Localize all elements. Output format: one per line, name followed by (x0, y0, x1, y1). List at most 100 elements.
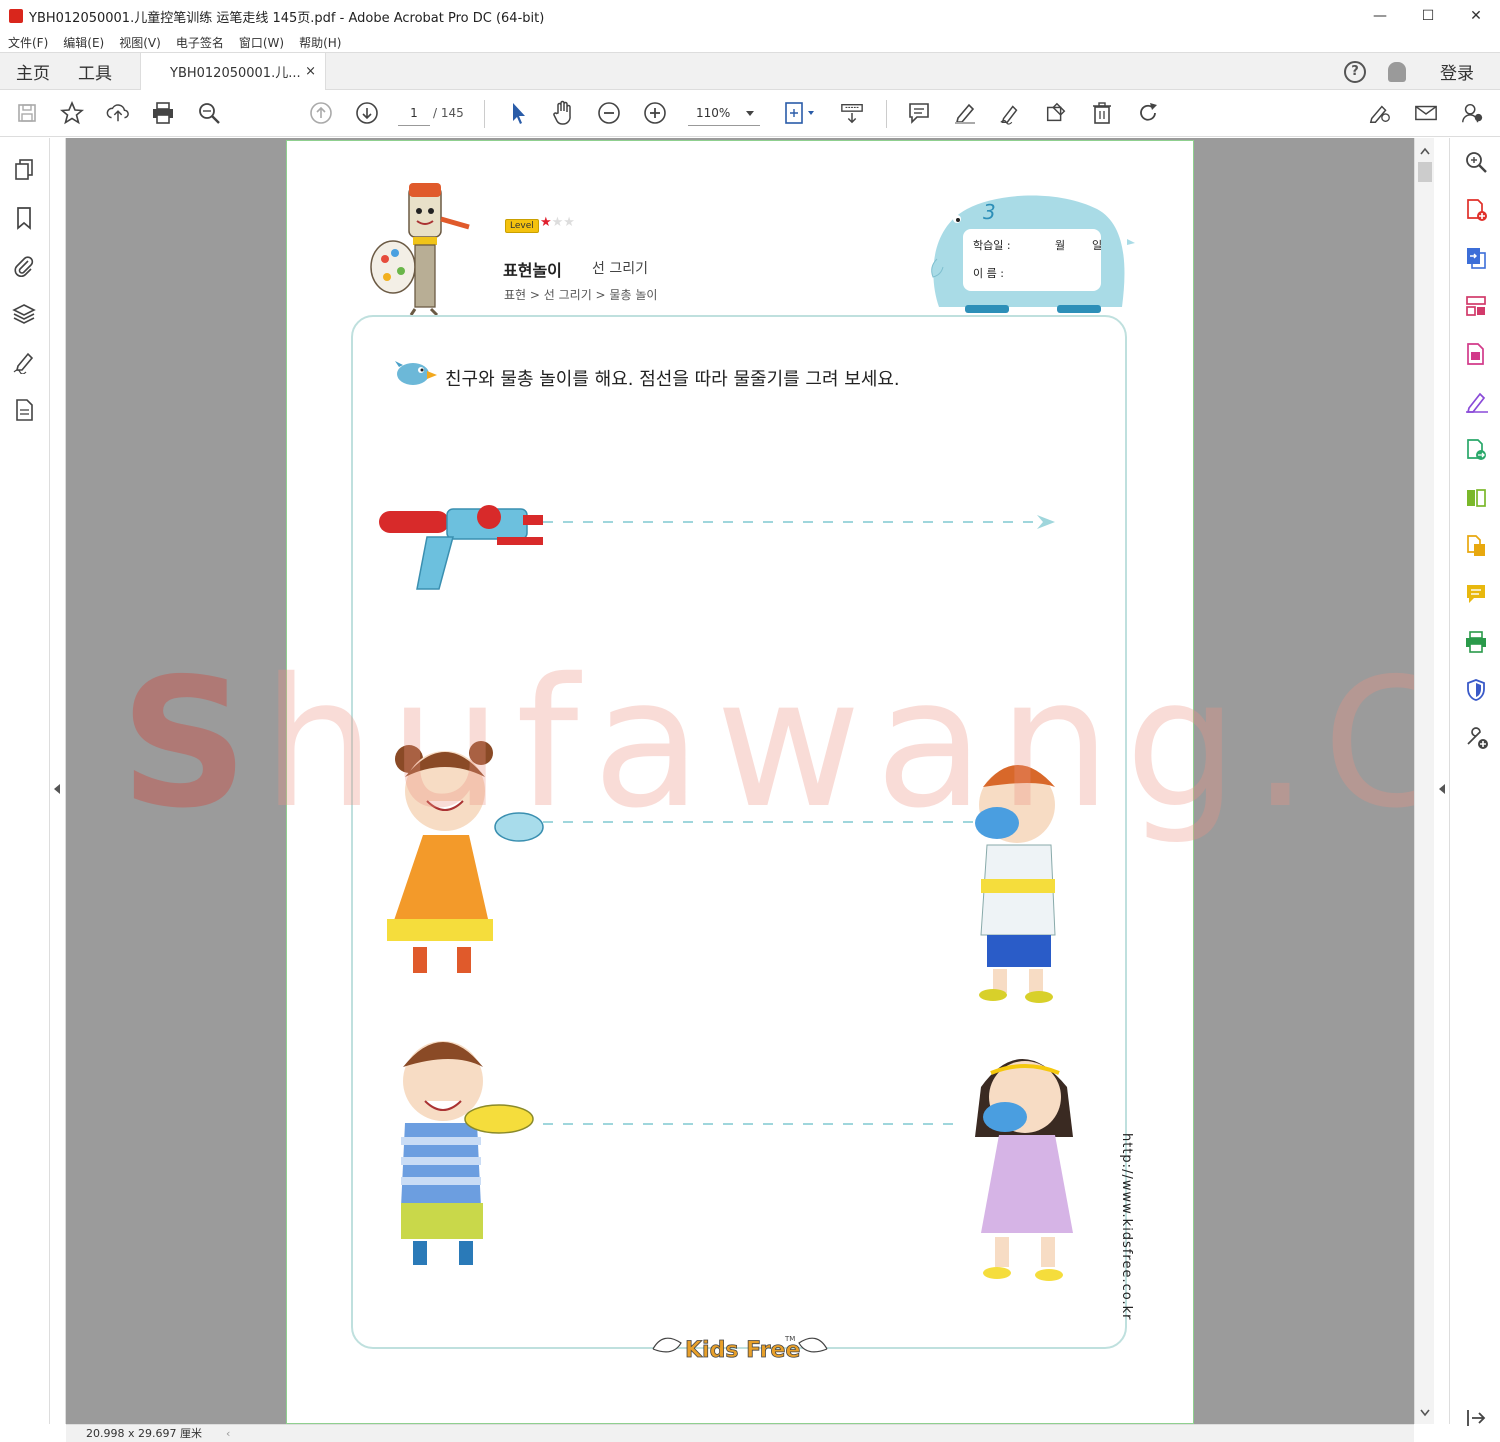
tab-tools[interactable]: 工具 (78, 59, 112, 84)
zoom-search-icon[interactable] (197, 101, 221, 125)
export-pdf-icon[interactable] (1464, 246, 1488, 270)
vertical-scrollbar[interactable] (1414, 138, 1434, 1424)
attachment-icon[interactable] (12, 254, 36, 278)
kids-free-logo: Kids Free TM (652, 1335, 828, 1363)
collapse-panel-icon[interactable] (1464, 1406, 1488, 1430)
right-panel-toggle[interactable] (1434, 138, 1450, 1424)
comment-icon[interactable] (907, 101, 931, 125)
scrolling-mode-icon[interactable] (840, 101, 864, 125)
edit-pdf-icon[interactable] (1464, 342, 1488, 366)
send-for-review-icon[interactable] (1464, 438, 1488, 462)
menu-esign[interactable]: 电子签名 (176, 34, 224, 51)
chevron-down-icon (746, 111, 754, 116)
page-total: / 145 (433, 106, 464, 120)
tab-bar: 主页 工具 YBH012050001.儿... × ? 登录 (0, 52, 1500, 90)
month-label: 월 (1055, 239, 1066, 252)
tab-document-label: YBH012050001.儿... (170, 66, 301, 81)
request-sign-icon[interactable] (1464, 390, 1488, 414)
star-filled-icon: ★ (540, 215, 552, 230)
zoom-out-icon[interactable] (597, 101, 621, 125)
logo-text: Kids Free (685, 1338, 800, 1363)
menu-help[interactable]: 帮助(H) (299, 34, 341, 51)
menu-file[interactable]: 文件(F) (8, 34, 48, 51)
organize-pages-icon[interactable] (1464, 294, 1488, 318)
left-navigation-panel (0, 138, 50, 1424)
water-gun-illustration (379, 505, 543, 590)
email-icon[interactable] (1414, 101, 1438, 125)
logo-tm: TM (784, 1335, 795, 1343)
study-info-card: 학습일 : 월 일 이 름 : (963, 229, 1102, 291)
delete-trash-icon[interactable] (1090, 101, 1114, 125)
star-bookmark-icon[interactable] (60, 101, 84, 125)
combine-files-icon[interactable] (1464, 534, 1488, 558)
content-page-icon[interactable] (12, 398, 36, 422)
paintbrush-character-illustration (370, 183, 470, 317)
worksheet-title: 표현놀이 (503, 261, 562, 280)
close-tab-button[interactable]: × (305, 64, 316, 79)
cloud-upload-icon[interactable] (106, 101, 130, 125)
horizontal-scroll-left-icon[interactable]: ‹ (226, 1425, 230, 1442)
more-tools-icon[interactable] (1464, 726, 1488, 750)
toolbar-divider (886, 100, 887, 128)
prev-page-icon[interactable] (309, 101, 333, 125)
select-cursor-icon[interactable] (506, 101, 530, 125)
scroll-down-icon[interactable] (1419, 1408, 1431, 1418)
window-title: YBH012050001.儿童控笔训练 运笔走线 145页.pdf - Adob… (29, 10, 545, 26)
print-production-icon[interactable] (1464, 630, 1488, 654)
signatures-icon[interactable] (12, 350, 36, 375)
draw-sign-icon[interactable] (998, 101, 1022, 125)
watermark-text: hufawang.CN (262, 640, 1500, 847)
stamp-icon[interactable] (1044, 101, 1068, 125)
save-icon[interactable] (15, 101, 39, 125)
page-dimensions: 20.998 x 29.697 厘米 (86, 1427, 202, 1440)
page-thumbnails-icon[interactable] (12, 158, 36, 182)
scroll-up-icon[interactable] (1419, 146, 1431, 156)
website-url: http://www.kidsfree.co.kr (1119, 1133, 1134, 1321)
dashed-guide-line[interactable] (543, 513, 1063, 533)
scrollbar-thumb[interactable] (1418, 162, 1432, 182)
highlight-pen-icon[interactable] (953, 101, 977, 125)
maximize-button[interactable]: ☐ (1404, 0, 1452, 32)
menu-view[interactable]: 视图(V) (119, 34, 161, 51)
fill-sign-icon[interactable] (1368, 101, 1392, 125)
menu-edit[interactable]: 编辑(E) (63, 34, 104, 51)
comment-tool-icon[interactable] (1464, 582, 1488, 606)
next-page-icon[interactable] (355, 101, 379, 125)
star-empty-icon: ★★ (551, 215, 575, 230)
page-number-input[interactable]: 1 (398, 100, 430, 126)
help-icon[interactable]: ? (1344, 60, 1366, 83)
hand-tool-icon[interactable] (551, 100, 575, 125)
notification-bell-icon[interactable] (1388, 61, 1406, 82)
bookmark-icon[interactable] (12, 206, 36, 230)
rotate-icon[interactable] (1136, 101, 1160, 125)
tab-document[interactable]: YBH012050001.儿... × (140, 53, 326, 90)
dashed-guide-line[interactable] (543, 1115, 963, 1135)
page-fit-icon[interactable] (784, 101, 818, 125)
zoom-level-select[interactable]: 110% (688, 100, 760, 126)
boy-with-water-gun-illustration (401, 1041, 534, 1265)
menu-window[interactable]: 窗口(W) (239, 34, 284, 51)
close-window-button[interactable]: ✕ (1452, 0, 1500, 32)
collapse-left-icon (54, 784, 60, 794)
level-badge: Level (505, 219, 539, 233)
expand-right-panel-icon (1439, 784, 1445, 794)
zoom-in-icon[interactable] (643, 101, 667, 125)
compare-files-icon[interactable] (1464, 486, 1488, 510)
title-bar: YBH012050001.儿童控笔训练 运笔走线 145页.pdf - Adob… (0, 0, 1500, 32)
watermark-first-letter: S (120, 640, 263, 847)
layers-icon[interactable] (12, 302, 36, 326)
study-date-label: 학습일 : (973, 239, 1011, 252)
share-user-icon[interactable] (1460, 101, 1484, 125)
login-button[interactable]: 登录 (1440, 59, 1474, 84)
create-pdf-icon[interactable] (1464, 198, 1488, 222)
search-zoom-icon[interactable] (1464, 150, 1488, 174)
zoom-level-value: 110% (696, 106, 731, 120)
wet-girl-illustration (975, 1059, 1073, 1281)
protect-shield-icon[interactable] (1464, 678, 1488, 702)
left-panel-toggle[interactable] (50, 138, 66, 1424)
acrobat-icon (9, 9, 23, 23)
minimize-button[interactable]: — (1356, 0, 1404, 32)
tab-home[interactable]: 主页 (16, 59, 50, 84)
print-icon[interactable] (151, 101, 175, 125)
name-label: 이 름 : (973, 267, 1004, 280)
